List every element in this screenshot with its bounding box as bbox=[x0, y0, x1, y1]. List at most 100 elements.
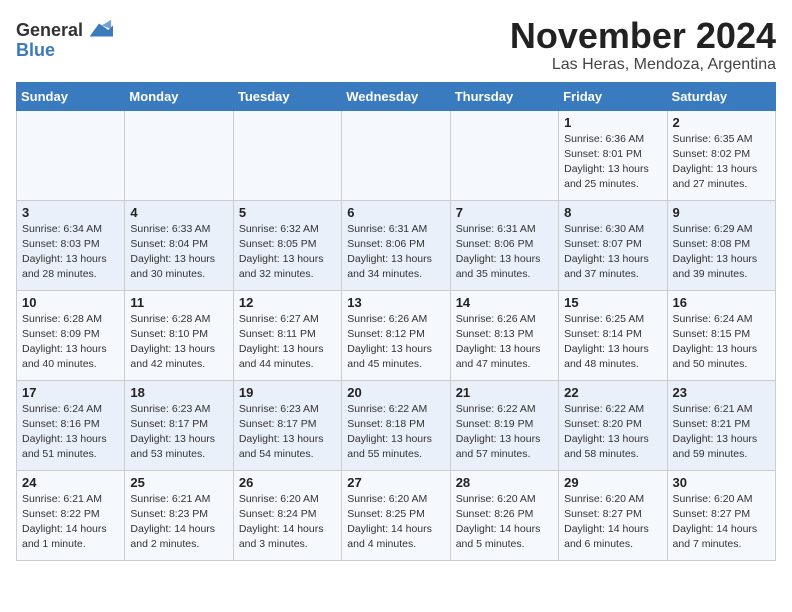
location-title: Las Heras, Mendoza, Argentina bbox=[510, 56, 776, 74]
calendar-day-cell: 12 Sunrise: 6:27 AMSunset: 8:11 PMDayligh… bbox=[233, 290, 341, 380]
day-number: 30 bbox=[673, 475, 770, 490]
calendar-day-cell: 18 Sunrise: 6:23 AMSunset: 8:17 PMDayligh… bbox=[125, 380, 233, 470]
day-info: Sunrise: 6:22 AMSunset: 8:20 PMDaylight:… bbox=[564, 402, 661, 463]
day-info: Sunrise: 6:24 AMSunset: 8:16 PMDaylight:… bbox=[22, 402, 119, 463]
calendar-week-row: 24Sunrise: 6:21 AMSunset: 8:22 PMDayligh… bbox=[17, 470, 776, 560]
day-number: 8 bbox=[564, 205, 661, 220]
calendar-day-cell: 20 Sunrise: 6:22 AMSunset: 8:18 PMDayligh… bbox=[342, 380, 450, 470]
day-info: Sunrise: 6:24 AMSunset: 8:15 PMDaylight:… bbox=[673, 312, 770, 373]
day-number: 29 bbox=[564, 475, 661, 490]
day-number: 18 bbox=[130, 385, 227, 400]
title-area: November 2024 Las Heras, Mendoza, Argent… bbox=[510, 16, 776, 74]
calendar-day-cell: 15Sunrise: 6:25 AMSunset: 8:14 PMDayligh… bbox=[559, 290, 667, 380]
day-number: 23 bbox=[673, 385, 770, 400]
calendar-day-cell bbox=[342, 110, 450, 200]
calendar-week-row: 17 Sunrise: 6:24 AMSunset: 8:16 PMDayligh… bbox=[17, 380, 776, 470]
calendar-table: SundayMondayTuesdayWednesdayThursdayFrid… bbox=[16, 82, 776, 561]
day-number: 4 bbox=[130, 205, 227, 220]
calendar-week-row: 1 Sunrise: 6:36 AMSunset: 8:01 PMDaylight… bbox=[17, 110, 776, 200]
day-number: 12 bbox=[239, 295, 336, 310]
weekday-header-cell: Sunday bbox=[17, 82, 125, 110]
day-number: 1 bbox=[564, 115, 661, 130]
day-info: Sunrise: 6:31 AMSunset: 8:06 PMDaylight:… bbox=[347, 222, 444, 283]
day-number: 2 bbox=[673, 115, 770, 130]
day-number: 28 bbox=[456, 475, 553, 490]
page-header: General Blue November 2024 Las Heras, Me… bbox=[16, 16, 776, 74]
day-number: 3 bbox=[22, 205, 119, 220]
day-info: Sunrise: 6:27 AMSunset: 8:11 PMDaylight:… bbox=[239, 312, 336, 373]
calendar-day-cell bbox=[125, 110, 233, 200]
calendar-day-cell bbox=[17, 110, 125, 200]
day-info: Sunrise: 6:22 AMSunset: 8:18 PMDaylight:… bbox=[347, 402, 444, 463]
day-number: 14 bbox=[456, 295, 553, 310]
day-info: Sunrise: 6:20 AMSunset: 8:27 PMDaylight:… bbox=[673, 492, 770, 553]
calendar-day-cell: 25Sunrise: 6:21 AMSunset: 8:23 PMDayligh… bbox=[125, 470, 233, 560]
calendar-day-cell: 11Sunrise: 6:28 AMSunset: 8:10 PMDayligh… bbox=[125, 290, 233, 380]
day-number: 25 bbox=[130, 475, 227, 490]
calendar-day-cell: 7 Sunrise: 6:31 AMSunset: 8:06 PMDaylight… bbox=[450, 200, 558, 290]
day-info: Sunrise: 6:34 AMSunset: 8:03 PMDaylight:… bbox=[22, 222, 119, 283]
calendar-day-cell: 29Sunrise: 6:20 AMSunset: 8:27 PMDayligh… bbox=[559, 470, 667, 560]
calendar-day-cell: 16 Sunrise: 6:24 AMSunset: 8:15 PMDayligh… bbox=[667, 290, 775, 380]
day-info: Sunrise: 6:20 AMSunset: 8:25 PMDaylight:… bbox=[347, 492, 444, 553]
day-info: Sunrise: 6:29 AMSunset: 8:08 PMDaylight:… bbox=[673, 222, 770, 283]
day-info: Sunrise: 6:28 AMSunset: 8:09 PMDaylight:… bbox=[22, 312, 119, 373]
day-info: Sunrise: 6:20 AMSunset: 8:26 PMDaylight:… bbox=[456, 492, 553, 553]
day-number: 5 bbox=[239, 205, 336, 220]
weekday-header-row: SundayMondayTuesdayWednesdayThursdayFrid… bbox=[17, 82, 776, 110]
weekday-header-cell: Tuesday bbox=[233, 82, 341, 110]
day-info: Sunrise: 6:20 AMSunset: 8:24 PMDaylight:… bbox=[239, 492, 336, 553]
calendar-day-cell: 2 Sunrise: 6:35 AMSunset: 8:02 PMDaylight… bbox=[667, 110, 775, 200]
calendar-day-cell: 4 Sunrise: 6:33 AMSunset: 8:04 PMDaylight… bbox=[125, 200, 233, 290]
day-info: Sunrise: 6:33 AMSunset: 8:04 PMDaylight:… bbox=[130, 222, 227, 283]
calendar-day-cell: 6 Sunrise: 6:31 AMSunset: 8:06 PMDaylight… bbox=[342, 200, 450, 290]
calendar-day-cell: 23 Sunrise: 6:21 AMSunset: 8:21 PMDayligh… bbox=[667, 380, 775, 470]
day-number: 17 bbox=[22, 385, 119, 400]
logo-blue-text: Blue bbox=[16, 40, 55, 61]
day-number: 24 bbox=[22, 475, 119, 490]
day-number: 22 bbox=[564, 385, 661, 400]
logo-general-text: General bbox=[16, 20, 83, 41]
day-info: Sunrise: 6:31 AMSunset: 8:06 PMDaylight:… bbox=[456, 222, 553, 283]
calendar-day-cell: 19 Sunrise: 6:23 AMSunset: 8:17 PMDayligh… bbox=[233, 380, 341, 470]
weekday-header-cell: Saturday bbox=[667, 82, 775, 110]
calendar-day-cell: 21Sunrise: 6:22 AMSunset: 8:19 PMDayligh… bbox=[450, 380, 558, 470]
day-number: 20 bbox=[347, 385, 444, 400]
day-info: Sunrise: 6:28 AMSunset: 8:10 PMDaylight:… bbox=[130, 312, 227, 373]
weekday-header-cell: Thursday bbox=[450, 82, 558, 110]
day-info: Sunrise: 6:26 AMSunset: 8:13 PMDaylight:… bbox=[456, 312, 553, 373]
day-number: 7 bbox=[456, 205, 553, 220]
calendar-day-cell: 3 Sunrise: 6:34 AMSunset: 8:03 PMDaylight… bbox=[17, 200, 125, 290]
calendar-body: 1 Sunrise: 6:36 AMSunset: 8:01 PMDaylight… bbox=[17, 110, 776, 560]
calendar-day-cell: 22 Sunrise: 6:22 AMSunset: 8:20 PMDayligh… bbox=[559, 380, 667, 470]
calendar-day-cell: 28 Sunrise: 6:20 AMSunset: 8:26 PMDayligh… bbox=[450, 470, 558, 560]
logo: General Blue bbox=[16, 16, 113, 61]
day-info: Sunrise: 6:21 AMSunset: 8:21 PMDaylight:… bbox=[673, 402, 770, 463]
day-info: Sunrise: 6:25 AMSunset: 8:14 PMDaylight:… bbox=[564, 312, 661, 373]
day-number: 21 bbox=[456, 385, 553, 400]
day-number: 26 bbox=[239, 475, 336, 490]
day-info: Sunrise: 6:23 AMSunset: 8:17 PMDaylight:… bbox=[239, 402, 336, 463]
weekday-header-cell: Monday bbox=[125, 82, 233, 110]
calendar-day-cell: 27Sunrise: 6:20 AMSunset: 8:25 PMDayligh… bbox=[342, 470, 450, 560]
calendar-day-cell: 24Sunrise: 6:21 AMSunset: 8:22 PMDayligh… bbox=[17, 470, 125, 560]
day-info: Sunrise: 6:35 AMSunset: 8:02 PMDaylight:… bbox=[673, 132, 770, 193]
weekday-header-cell: Friday bbox=[559, 82, 667, 110]
calendar-day-cell: 14 Sunrise: 6:26 AMSunset: 8:13 PMDayligh… bbox=[450, 290, 558, 380]
day-number: 9 bbox=[673, 205, 770, 220]
day-info: Sunrise: 6:36 AMSunset: 8:01 PMDaylight:… bbox=[564, 132, 661, 193]
day-info: Sunrise: 6:23 AMSunset: 8:17 PMDaylight:… bbox=[130, 402, 227, 463]
day-number: 19 bbox=[239, 385, 336, 400]
day-info: Sunrise: 6:26 AMSunset: 8:12 PMDaylight:… bbox=[347, 312, 444, 373]
calendar-day-cell: 26 Sunrise: 6:20 AMSunset: 8:24 PMDayligh… bbox=[233, 470, 341, 560]
calendar-day-cell: 30 Sunrise: 6:20 AMSunset: 8:27 PMDayligh… bbox=[667, 470, 775, 560]
calendar-day-cell: 9 Sunrise: 6:29 AMSunset: 8:08 PMDaylight… bbox=[667, 200, 775, 290]
calendar-day-cell: 13Sunrise: 6:26 AMSunset: 8:12 PMDayligh… bbox=[342, 290, 450, 380]
day-number: 10 bbox=[22, 295, 119, 310]
logo-icon bbox=[85, 16, 113, 44]
calendar-day-cell: 1 Sunrise: 6:36 AMSunset: 8:01 PMDaylight… bbox=[559, 110, 667, 200]
calendar-day-cell: 17 Sunrise: 6:24 AMSunset: 8:16 PMDayligh… bbox=[17, 380, 125, 470]
day-info: Sunrise: 6:32 AMSunset: 8:05 PMDaylight:… bbox=[239, 222, 336, 283]
day-number: 16 bbox=[673, 295, 770, 310]
day-number: 6 bbox=[347, 205, 444, 220]
